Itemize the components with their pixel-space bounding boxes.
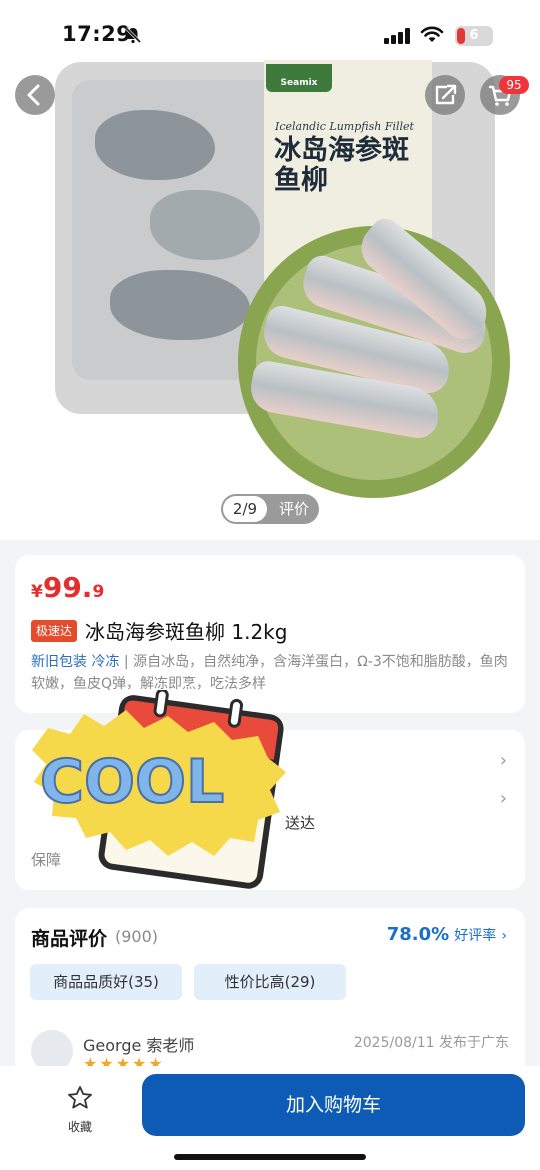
product-price: ¥99.9 <box>31 571 105 604</box>
bottom-action-bar: 收藏 加入购物车 <box>0 1066 540 1170</box>
reviews-count: (900) <box>115 927 159 946</box>
battery-icon: 6 <box>455 26 493 46</box>
express-delivery-tag: 极速达 <box>31 620 78 642</box>
star-outline-icon <box>68 1086 92 1109</box>
add-to-cart-button[interactable]: 加入购物车 <box>142 1074 525 1136</box>
status-bar: 17:29 6 <box>0 0 540 72</box>
review-tag-value[interactable]: 性价比高(29) <box>194 964 346 1000</box>
cellular-signal-icon <box>384 28 410 44</box>
wifi-icon <box>420 26 444 42</box>
bell-muted-icon <box>124 26 142 44</box>
review-date: 2025/08/11 发布于广东 <box>353 1035 509 1051</box>
cart-count-badge: 95 <box>499 76 529 94</box>
battery-level: 6 <box>469 28 479 43</box>
package-chinese-name: 冰岛海参斑鱼柳 <box>274 135 409 196</box>
product-description: 新旧包装 冷冻 | 源自冰岛，自然纯净，含海洋蛋白，Ω-3不饱和脂肪酸，鱼肉软嫩… <box>31 654 508 692</box>
reviews-card: 商品评价 (900) 78.0% 好评率 › 商品品质好(35) 性价比高(29… <box>15 908 525 1078</box>
favorite-button[interactable]: 收藏 <box>50 1084 110 1135</box>
page-indicator: 2/9 <box>223 496 267 522</box>
chevron-right-icon: › <box>501 928 507 944</box>
back-button[interactable] <box>15 75 55 115</box>
review-tab[interactable]: 评价 <box>271 494 317 524</box>
reviews-title: 商品评价 <box>31 928 108 950</box>
share-button[interactable] <box>425 75 465 115</box>
reviewer-name: George 索老师 <box>83 1036 195 1055</box>
gallery-pager[interactable]: 2/9 评价 <box>221 494 319 524</box>
favorite-label: 收藏 <box>67 1120 92 1134</box>
sticker-letter-c: COOL <box>40 747 224 817</box>
share-icon <box>435 84 457 105</box>
home-indicator <box>174 1154 366 1160</box>
chevron-left-icon <box>27 84 40 106</box>
positive-rate-link[interactable]: 78.0% 好评率 › <box>387 924 507 945</box>
product-title: 冰岛海参斑鱼柳 1.2kg <box>85 620 288 644</box>
clock: 17:29 <box>62 22 132 46</box>
cool-sticker[interactable]: COOL <box>18 690 290 895</box>
review-tag-quality[interactable]: 商品品质好(35) <box>30 964 182 1000</box>
chevron-right-icon: › <box>499 788 507 809</box>
package-english-name: Icelandic Lumpfish Fillet <box>275 120 414 133</box>
chevron-right-icon: › <box>499 750 507 771</box>
